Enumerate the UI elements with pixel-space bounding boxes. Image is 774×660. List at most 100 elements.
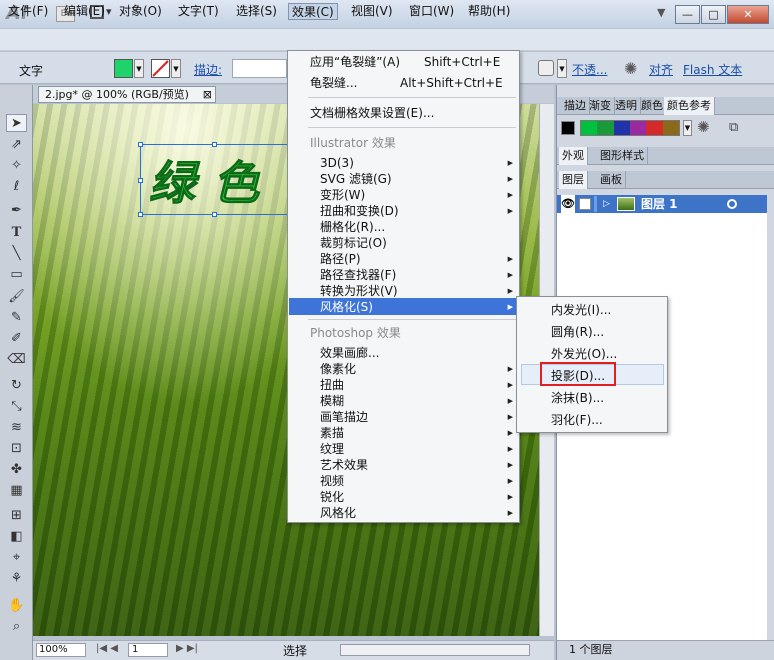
harmony-swatch-1[interactable]	[581, 121, 598, 135]
maximize-button[interactable]: □	[701, 5, 726, 24]
menu-edit[interactable]: 编辑(E)	[61, 3, 108, 20]
status-mode[interactable]: 选择	[283, 642, 307, 659]
menu-type[interactable]: 文字(T)	[175, 3, 222, 20]
warp-tool-icon[interactable]: ≋	[6, 419, 27, 437]
menu-file[interactable]: 文件(F)	[5, 3, 51, 20]
ps-artistic-item[interactable]: 艺术效果	[320, 457, 368, 473]
tab-graphic-styles[interactable]: 图形样式	[597, 147, 648, 165]
collapse-panel-button[interactable]: ▼	[657, 6, 665, 19]
ps-texture-item[interactable]: 纹理	[320, 441, 344, 457]
ps-distort-item[interactable]: 扭曲	[320, 377, 344, 393]
stroke-weight-input[interactable]	[232, 59, 287, 78]
effect-3d-item[interactable]: 3D(3)	[320, 155, 354, 171]
artboard-number-select[interactable]: 1	[128, 643, 168, 657]
ps-pixelate-item[interactable]: 像素化	[320, 361, 356, 377]
rectangle-tool-icon[interactable]: ▭	[6, 266, 27, 284]
effect-warp-item[interactable]: 变形(W)	[320, 187, 365, 203]
feather-item[interactable]: 羽化(F)...	[551, 412, 603, 428]
eyedropper-tool-icon[interactable]: ⌖	[6, 549, 27, 567]
base-color-swatch[interactable]	[561, 121, 575, 135]
ps-brush-strokes-item[interactable]: 画笔描边	[320, 409, 368, 425]
horizontal-scrollbar[interactable]	[340, 644, 530, 656]
menu-help[interactable]: 帮助(H)	[465, 3, 513, 20]
blob-brush-tool-icon[interactable]: ✐	[6, 330, 27, 348]
inner-glow-item[interactable]: 内发光(I)...	[551, 302, 611, 318]
align-link[interactable]: 对齐	[649, 61, 673, 78]
fill-color-swatch[interactable]	[114, 59, 133, 78]
document-tab[interactable]: 2.jpg* @ 100% (RGB/预览) ⊠	[38, 86, 216, 103]
next-artboard-icon[interactable]: ▶ ▶|	[176, 643, 198, 654]
direct-selection-tool-icon[interactable]: ⇗	[6, 136, 27, 154]
harmony-swatch-strip[interactable]	[580, 120, 680, 136]
last-effect-item[interactable]: 龟裂缝...	[310, 75, 357, 91]
first-artboard-icon[interactable]: |◀ ◀	[96, 643, 118, 654]
eraser-tool-icon[interactable]: ⌫	[6, 351, 27, 369]
tab-close-icon[interactable]: ⊠	[203, 87, 212, 102]
stroke-color-swatch[interactable]	[151, 59, 170, 78]
menu-object[interactable]: 对象(O)	[116, 3, 165, 20]
lasso-tool-icon[interactable]: ℓ	[6, 178, 27, 196]
effect-stylize-item[interactable]: 风格化(S)	[320, 299, 373, 315]
effect-rasterize-item[interactable]: 栅格化(R)...	[320, 219, 385, 235]
effect-distort-transform-item[interactable]: 扭曲和变换(D)	[320, 203, 399, 219]
slice-tool-icon[interactable]: ⚘	[6, 570, 27, 588]
gradient-tool-icon[interactable]: ◧	[6, 528, 27, 546]
hand-tool-icon[interactable]: ✋	[6, 597, 27, 615]
harmony-swatch-6[interactable]	[662, 121, 679, 135]
zoom-tool-icon[interactable]: ⌕	[6, 618, 27, 636]
selection-tool-icon[interactable]: ➤	[6, 114, 27, 132]
harmony-swatch-3[interactable]	[613, 121, 630, 135]
tab-artboards[interactable]: 画板	[597, 171, 626, 189]
mesh-tool-icon[interactable]: ⊞	[6, 507, 27, 525]
harmony-swatch-5[interactable]	[646, 121, 663, 135]
raster-effects-settings-item[interactable]: 文档栅格效果设置(E)...	[310, 105, 434, 121]
expand-arrow-icon[interactable]: ▷	[603, 195, 610, 213]
symbol-sprayer-tool-icon[interactable]: ✤	[6, 461, 27, 479]
fill-dropdown[interactable]: ▼	[134, 59, 144, 78]
tab-color-guide[interactable]: 颜色参考	[664, 97, 715, 115]
handle-bottom-center[interactable]	[212, 212, 217, 217]
harmony-dropdown[interactable]: ▼	[683, 120, 692, 136]
opacity-link[interactable]: 不透...	[572, 61, 607, 78]
save-color-group-icon[interactable]: ⧉	[729, 120, 738, 135]
handle-top-center[interactable]	[212, 142, 217, 147]
magic-wand-tool-icon[interactable]: ✧	[6, 157, 27, 175]
tab-color[interactable]: 颜色	[638, 97, 667, 115]
selected-text-object[interactable]: 绿色	[138, 142, 288, 217]
handle-middle-left[interactable]	[138, 178, 143, 183]
ps-stylize-item[interactable]: 风格化	[320, 505, 356, 521]
effect-path-item[interactable]: 路径(P)	[320, 251, 361, 267]
pen-tool-icon[interactable]: ✒	[6, 202, 27, 220]
layer-row[interactable]: 👁 ▷ 图层 1	[557, 195, 767, 213]
stroke-dropdown[interactable]: ▼	[171, 59, 181, 78]
handle-top-left[interactable]	[138, 142, 143, 147]
rotate-tool-icon[interactable]: ↻	[6, 377, 27, 395]
effect-crop-marks-item[interactable]: 裁剪标记(O)	[320, 235, 387, 251]
recolor-icon[interactable]: ✺	[624, 59, 637, 78]
menu-effect[interactable]: 效果(C)	[288, 3, 338, 20]
effect-convert-to-shape-item[interactable]: 转换为形状(V)	[320, 283, 398, 299]
handle-bottom-left[interactable]	[138, 212, 143, 217]
harmony-swatch-4[interactable]	[629, 121, 647, 135]
style-dropdown[interactable]: ▼	[557, 59, 567, 78]
round-corners-item[interactable]: 圆角(R)...	[551, 324, 604, 340]
tab-appearance[interactable]: 外观	[559, 147, 588, 165]
scribble-item[interactable]: 涂抹(B)...	[551, 390, 604, 406]
close-button[interactable]: ✕	[727, 5, 769, 24]
ps-blur-item[interactable]: 模糊	[320, 393, 344, 409]
menu-select[interactable]: 选择(S)	[233, 3, 280, 20]
graph-tool-icon[interactable]: ▦	[6, 482, 27, 500]
ps-sketch-item[interactable]: 素描	[320, 425, 344, 441]
stroke-label[interactable]: 描边:	[194, 61, 222, 78]
lock-toggle[interactable]	[579, 198, 591, 210]
ps-sharpen-item[interactable]: 锐化	[320, 489, 344, 505]
flash-text-link[interactable]: Flash 文本	[683, 61, 742, 78]
free-transform-tool-icon[interactable]: ⊡	[6, 440, 27, 458]
type-tool-icon[interactable]: T	[6, 224, 27, 242]
style-picker-icon[interactable]	[538, 60, 554, 76]
minimize-button[interactable]: —	[675, 5, 700, 24]
effect-pathfinder-item[interactable]: 路径查找器(F)	[320, 267, 396, 283]
layer-target-icon[interactable]	[727, 199, 737, 209]
effect-svg-filters-item[interactable]: SVG 滤镜(G)	[320, 171, 392, 187]
tab-transparency[interactable]: 透明	[612, 97, 641, 115]
